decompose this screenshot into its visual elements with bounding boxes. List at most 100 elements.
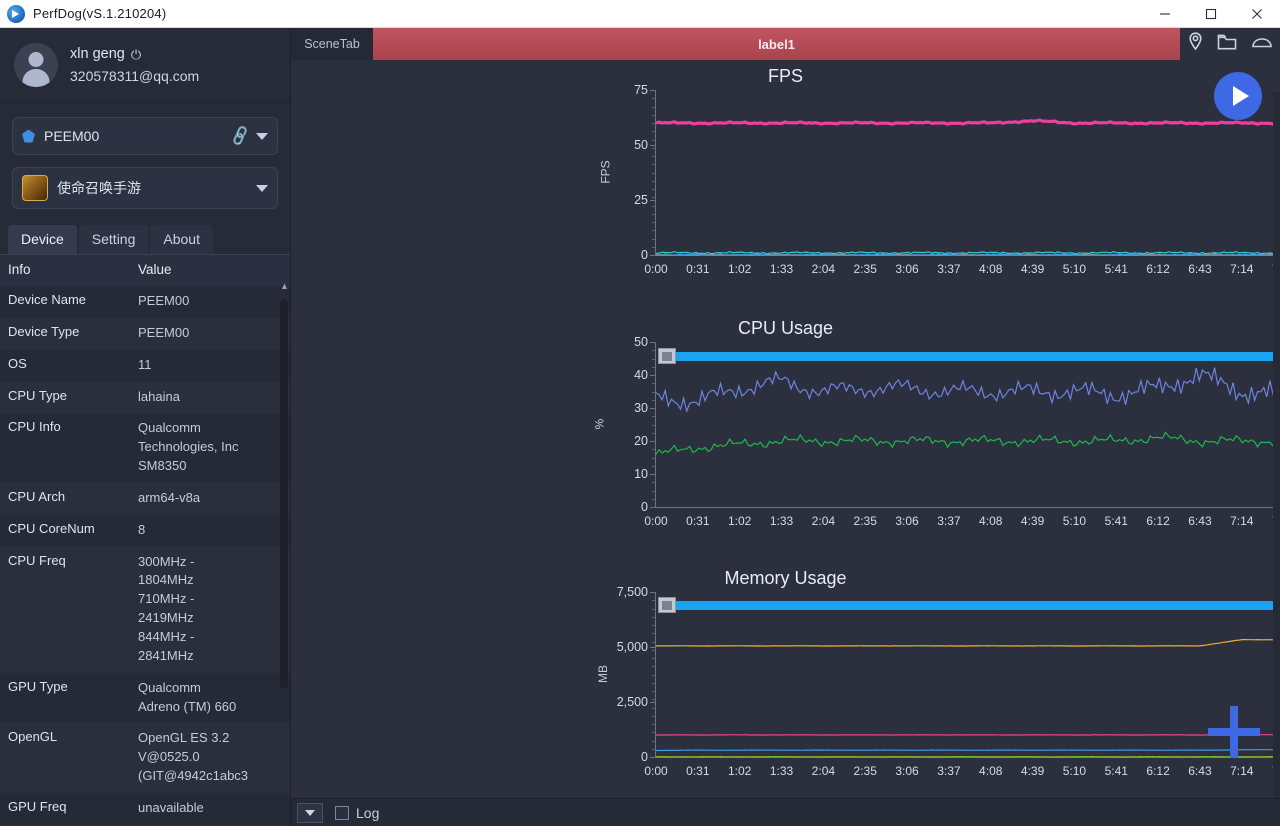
series-line-AvailableMe... [655,638,1280,647]
y-axis-tick: 0 [641,750,648,764]
table-cell-key: CPU Type [8,387,68,403]
table-cell-key: CPU Arch [8,488,66,504]
table-cell-value: lahaina [138,388,180,404]
table-row: GPU Type Qualcomm Adreno (TM) 660 [0,672,290,724]
title-bar: PerfDog(vS.1.210204) [0,0,1280,28]
table-row: CPU Info Qualcomm Technologies, Inc SM8350 [0,413,290,483]
close-button[interactable] [1234,0,1280,28]
x-axis-tick: 2:35 [853,262,877,276]
plot-area-2: 0 2,500 5,000 7,500 MB 0:00 0:31 1:02 1:33 2:04 2:… [596,585,1280,778]
y-axis-tick: 20 [634,434,648,448]
maximize-button[interactable] [1188,0,1234,28]
device-info-table: Info Value Device Name PEEM00 Device Type P… [0,254,290,826]
x-axis-tick: 5:41 [1104,262,1128,276]
series-layer [655,367,1280,455]
scene-tab-label[interactable]: SceneTab [291,28,373,60]
table-cell-key: CPU Freq [8,552,66,568]
y-axis-tick: 10 [634,467,648,481]
chart-title-memory: Memory Usage [724,568,847,588]
app-selector[interactable]: 使命召唤手游 [12,167,278,209]
plot-area-1: 0 10 20 30 40 50% 0:00 0:31 1:02 1:33 2:04 2:35 3:06… [592,335,1280,528]
x-axis-tick: 1:33 [769,514,794,528]
y-axis-tick: 2,500 [616,695,648,709]
x-axis-tick: 3:06 [895,262,919,276]
x-axis-tick: 2:35 [853,514,877,528]
scene-toolbar [1180,28,1280,60]
location-pin-icon[interactable] [1187,32,1204,56]
x-axis-tick: 4:08 [979,262,1003,276]
sidebar: xln geng ⏻ 320578311@qq.com PEEM00 🔗 使命召… [0,28,291,826]
power-icon[interactable]: ⏻ [131,48,141,61]
device-selector-label: PEEM00 [44,128,100,144]
series-line-VirtualMemory [655,748,1280,752]
x-axis-tick: 3:37 [937,514,961,528]
x-axis-tick: 0:31 [686,764,710,778]
device-selector[interactable]: PEEM00 🔗 [12,117,278,155]
window-controls [1142,0,1280,28]
x-axis-tick: 6:12 [1146,262,1170,276]
table-cell-key: Device Name [8,292,87,307]
table-cell-value: 8 [138,521,146,537]
table-cell-value: unavailable [138,799,204,815]
table-cell-value: PEEM00 [138,324,190,340]
charts-area: FPS CPU Usage Memory Usage 0 25 50 75 FPS 0:0… [291,60,1280,798]
avatar-icon [14,43,58,87]
table-cell-value: PEEM00 [138,293,190,308]
chart-title-fps: FPS [767,66,803,86]
usb-icon: 🔗 [229,125,253,148]
scene-band[interactable]: label1 [373,28,1180,60]
y-axis-tick: 50 [634,335,648,349]
series-line-TotalCPU [655,367,1280,413]
x-axis-tick: 3:06 [895,514,919,528]
user-email: 320578311@qq.com [70,68,200,84]
table-row: CPU Type lahaina [0,381,290,414]
y-minor-tick [652,507,656,508]
y-axis-label: FPS [598,159,613,184]
y-axis-tick: 25 [634,193,648,207]
main-right-scrollbar[interactable] [1273,92,1280,798]
x-axis-tick: 5:10 [1062,514,1087,528]
y-minor-tick [652,757,656,758]
folder-icon[interactable] [1217,33,1237,56]
scroll-up-arrow[interactable]: ▲ [280,281,289,291]
x-axis-tick: 4:39 [1020,262,1045,276]
tab-setting[interactable]: Setting [78,225,149,254]
sidebar-tabs: Device Setting About [8,225,290,254]
user-name: xln geng [70,46,125,62]
tab-device[interactable]: Device [8,225,77,254]
x-axis-tick: 7:14 [1230,514,1254,528]
series-line-BigJank(大卡顿次数) [656,253,1280,256]
x-axis-tick: 2:04 [811,764,836,778]
user-panel: xln geng ⏻ 320578311@qq.com [0,28,290,103]
plot-area-0: 0 25 50 75 FPS 0:00 0:31 1:02 1:33 2:04 2:35 3:06 3:… [599,83,1280,276]
app-selector-label: 使命召唤手游 [57,180,141,196]
tab-about[interactable]: About [150,225,213,254]
x-axis-tick: 4:08 [979,764,1003,778]
table-cell-key: CPU CoreNum [8,520,95,536]
start-record-button[interactable] [1214,72,1262,120]
add-chart-button[interactable] [1208,706,1260,758]
x-axis-tick: 1:33 [769,262,794,276]
x-axis-tick: 2:04 [811,514,836,528]
x-axis-tick: 4:39 [1020,764,1045,778]
x-axis-tick: 5:41 [1104,764,1128,778]
x-axis-tick: 0:31 [686,262,710,276]
table-cell-key: GPU Type [8,678,68,694]
table-row: OpenGL OpenGL ES 3.2 V@0525.0 (GIT@4942c1ab… [0,723,290,793]
y-axis-tick: 7,500 [616,585,648,599]
table-scrollbar[interactable]: ▲ [280,281,289,816]
series-line-FTime [655,250,1280,255]
x-axis-tick: 4:39 [1020,514,1045,528]
x-axis-tick: 0:00 [644,262,668,276]
table-cell-key: GPU Freq [8,798,67,814]
minimize-button[interactable] [1142,0,1188,28]
scene-bar: SceneTab label1 [291,28,1280,60]
x-axis-tick: 1:02 [727,764,752,778]
cloud-icon[interactable] [1251,34,1273,55]
table-cell-value: 300MHz -1804MHz 710MHz -2419MHz 844MHz -28… [138,553,195,663]
scrollbar-thumb[interactable] [280,299,288,689]
play-icon [1232,86,1249,106]
column-header-value: Value [138,262,172,277]
table-cell-value: Qualcomm Adreno (TM) 660 [138,679,237,714]
table-cell-value: 11 [138,356,152,372]
